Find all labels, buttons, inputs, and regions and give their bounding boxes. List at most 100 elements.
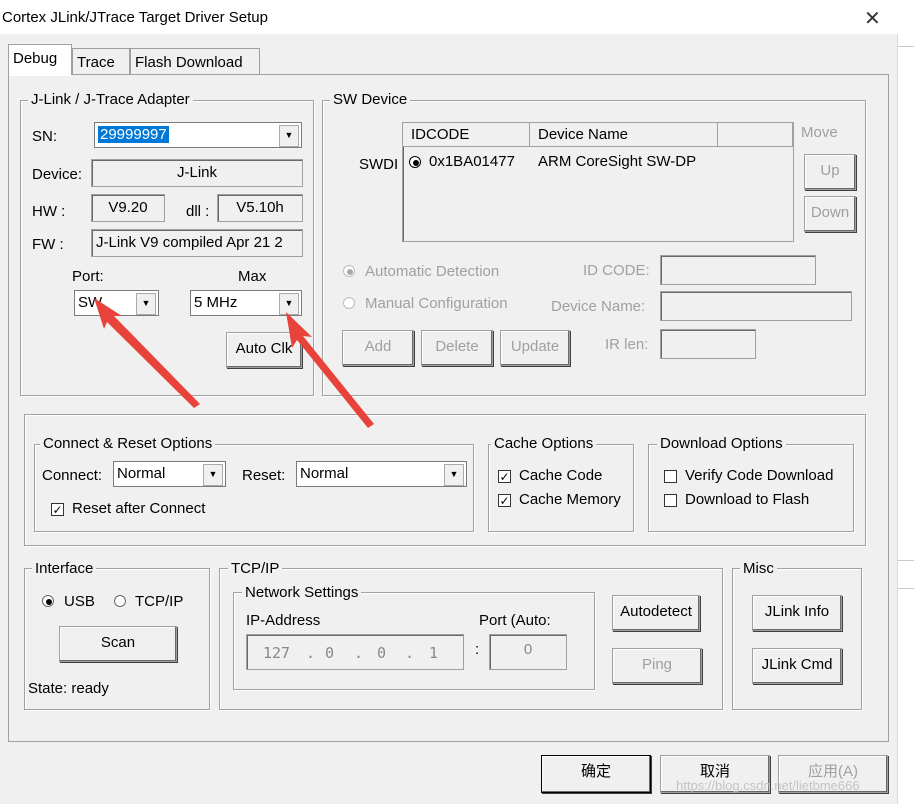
group-legend: Cache Options xyxy=(491,435,597,452)
move-up-button[interactable]: Up xyxy=(804,154,856,190)
device-label: Device: xyxy=(32,166,83,183)
cache-options-group xyxy=(488,444,634,532)
ip-octet: 127 xyxy=(263,644,291,662)
usb-label: USB xyxy=(64,593,95,610)
device-name-cell: ARM CoreSight SW-DP xyxy=(538,153,697,170)
hw-label: HW : xyxy=(32,203,66,220)
port-select[interactable]: SW ▼ xyxy=(74,290,159,316)
ip-octet: 0 xyxy=(325,644,335,662)
download-to-flash-checkbox[interactable] xyxy=(664,494,677,507)
reset-after-connect-checkbox[interactable]: ✓ xyxy=(51,503,64,516)
verify-download-checkbox[interactable] xyxy=(664,470,677,483)
manual-config-radio[interactable] xyxy=(343,297,355,309)
port-value: SW xyxy=(78,294,103,311)
connection-state: State: ready xyxy=(28,680,109,697)
ip-separator: . xyxy=(306,644,316,662)
group-legend: J-Link / J-Trace Adapter xyxy=(28,91,193,108)
cache-code-label: Cache Code xyxy=(519,467,603,484)
ping-button[interactable]: Ping xyxy=(612,648,702,684)
ip-address-input[interactable]: 127 . 0 . 0 . 1 xyxy=(246,634,464,670)
device-field: J-Link xyxy=(91,159,303,187)
delete-button[interactable]: Delete xyxy=(421,330,493,366)
selected-device-icon xyxy=(409,156,421,168)
add-button[interactable]: Add xyxy=(342,330,414,366)
id-code-label: ID CODE: xyxy=(583,262,650,279)
ip-octet: 0 xyxy=(377,644,387,662)
manual-config-label: Manual Configuration xyxy=(365,295,508,312)
watermark: https://blog.csdn.net/lietbme666 xyxy=(676,778,860,793)
background-divider xyxy=(898,588,914,589)
tcpip-label: TCP/IP xyxy=(135,593,184,610)
fw-label: FW : xyxy=(32,236,64,253)
max-clock-value: 5 MHz xyxy=(194,294,238,311)
move-label: Move xyxy=(801,124,838,141)
group-legend: Connect & Reset Options xyxy=(40,435,216,452)
reset-after-connect-label: Reset after Connect xyxy=(72,500,206,517)
device-name-label: Device Name: xyxy=(551,298,646,315)
sn-label: SN: xyxy=(32,128,58,145)
device-name-input[interactable] xyxy=(660,291,852,321)
auto-clk-button[interactable]: Auto Clk xyxy=(226,332,302,368)
tcpip-radio[interactable] xyxy=(114,595,126,607)
cache-code-checkbox[interactable]: ✓ xyxy=(498,470,511,483)
connect-reset-group xyxy=(34,444,474,532)
table-row[interactable]: 0x1BA01477 ARM CoreSight SW-DP xyxy=(407,153,787,175)
reset-select[interactable]: Normal ▼ xyxy=(296,461,467,487)
chevron-down-icon: ▼ xyxy=(279,125,299,147)
chevron-down-icon: ▼ xyxy=(203,464,223,486)
auto-detection-radio[interactable] xyxy=(343,265,355,277)
title-bar: Cortex JLink/JTrace Target Driver Setup … xyxy=(0,0,898,34)
fw-field: J-Link V9 compiled Apr 21 2 xyxy=(91,229,303,257)
group-legend: TCP/IP xyxy=(228,560,283,577)
tab-flash-download[interactable]: Flash Download xyxy=(130,48,260,76)
hw-field: V9.20 xyxy=(91,194,165,222)
download-to-flash-label: Download to Flash xyxy=(685,491,810,508)
auto-detection-label: Automatic Detection xyxy=(365,263,500,280)
usb-radio[interactable] xyxy=(42,595,54,607)
sn-select[interactable]: 29999997 ▼ xyxy=(94,122,302,148)
tab-debug[interactable]: Debug xyxy=(8,44,72,76)
close-icon[interactable]: ✕ xyxy=(864,6,881,31)
ir-len-label: IR len: xyxy=(605,336,649,353)
ip-address-label: IP-Address xyxy=(246,612,321,629)
id-code-input[interactable] xyxy=(660,255,816,285)
move-down-button[interactable]: Down xyxy=(804,196,856,232)
column-header-idcode[interactable]: IDCODE xyxy=(403,123,530,147)
chevron-down-icon: ▼ xyxy=(136,293,156,315)
update-button[interactable]: Update xyxy=(500,330,570,366)
window-title: Cortex JLink/JTrace Target Driver Setup xyxy=(2,9,268,26)
ip-octet: 1 xyxy=(429,644,439,662)
column-header-device-name[interactable]: Device Name xyxy=(530,123,718,147)
port-separator: : xyxy=(475,641,480,658)
jlink-cmd-button[interactable]: JLink Cmd xyxy=(752,648,842,684)
sn-value: 29999997 xyxy=(98,126,169,143)
background-divider xyxy=(898,560,914,561)
background-window-edge xyxy=(898,0,914,804)
scan-button[interactable]: Scan xyxy=(59,626,177,662)
verify-download-label: Verify Code Download xyxy=(685,467,834,484)
jlink-info-button[interactable]: JLink Info xyxy=(752,595,842,631)
port-input[interactable]: 0 xyxy=(489,634,567,670)
group-legend: Network Settings xyxy=(242,584,362,601)
download-options-group xyxy=(648,444,854,532)
cache-memory-label: Cache Memory xyxy=(519,491,621,508)
misc-group xyxy=(732,568,862,710)
tab-trace[interactable]: Trace xyxy=(72,48,130,76)
cache-memory-checkbox[interactable]: ✓ xyxy=(498,494,511,507)
port-label: Port: xyxy=(72,268,104,285)
autodetect-button[interactable]: Autodetect xyxy=(612,595,700,631)
connect-select[interactable]: Normal ▼ xyxy=(113,461,226,487)
dll-label: dll : xyxy=(186,203,210,220)
column-header-empty xyxy=(718,123,793,147)
swdi-label: SWDI xyxy=(359,156,399,173)
group-legend: Download Options xyxy=(657,435,786,452)
port-auto-label: Port (Auto: xyxy=(479,612,551,629)
sw-device-list[interactable]: IDCODE Device Name 0x1BA01477 ARM CoreSi… xyxy=(402,122,794,242)
chevron-down-icon: ▼ xyxy=(279,293,299,315)
max-clock-select[interactable]: 5 MHz ▼ xyxy=(190,290,302,316)
dll-field: V5.10h xyxy=(217,194,303,222)
ok-button[interactable]: 确定 xyxy=(541,755,651,793)
ir-len-input[interactable] xyxy=(660,329,756,359)
reset-value: Normal xyxy=(300,465,349,482)
ip-separator: . xyxy=(354,644,364,662)
